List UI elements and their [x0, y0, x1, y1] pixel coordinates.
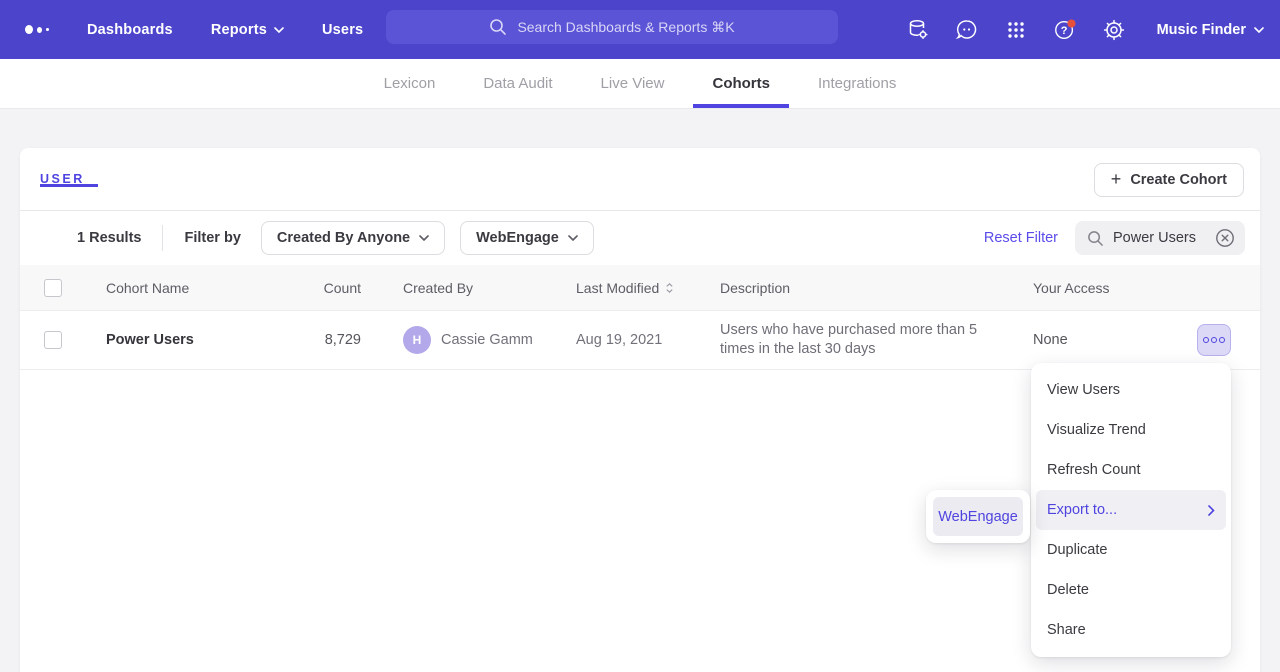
col-description[interactable]: Description	[720, 280, 1033, 296]
divider	[162, 225, 163, 251]
export-submenu: WebEngage	[926, 490, 1030, 543]
cohort-name-link[interactable]: Power Users	[106, 332, 306, 348]
last-modified-cell: Aug 19, 2021	[576, 332, 720, 348]
menu-item-delete[interactable]: Delete	[1036, 570, 1226, 610]
results-count: 1 Results	[77, 230, 141, 246]
panel-header: USER + Create Cohort	[20, 148, 1260, 211]
apps-grid-icon[interactable]	[1004, 18, 1028, 42]
filter-by-label: Filter by	[184, 230, 240, 246]
sub-nav: Lexicon Data Audit Live View Cohorts Int…	[0, 59, 1280, 109]
menu-item-view-users[interactable]: View Users	[1036, 370, 1226, 410]
tab-label: Cohorts	[712, 75, 770, 92]
submenu-item-webengage[interactable]: WebEngage	[933, 497, 1023, 536]
select-all-checkbox[interactable]	[44, 279, 62, 297]
col-your-access[interactable]: Your Access	[1033, 280, 1177, 296]
row-checkbox-cell	[20, 331, 106, 349]
access-cell: None	[1033, 332, 1177, 348]
data-management-icon[interactable]	[906, 18, 930, 42]
chevron-down-icon	[419, 235, 429, 241]
global-search-input[interactable]: Search Dashboards & Reports ⌘K	[386, 10, 838, 44]
svg-text:?: ?	[1060, 25, 1067, 37]
col-last-modified[interactable]: Last Modified	[576, 280, 720, 296]
search-icon	[1087, 230, 1104, 247]
active-tab-underline	[40, 184, 98, 187]
filter-bar: 1 Results Filter by Created By Anyone We…	[20, 211, 1260, 265]
tab-data-audit[interactable]: Data Audit	[481, 59, 554, 108]
tab-cohorts[interactable]: Cohorts	[710, 59, 772, 108]
nav-item-dashboards[interactable]: Dashboards	[87, 22, 173, 38]
project-switcher[interactable]: Music Finder	[1157, 22, 1264, 38]
created-by-cell: H Cassie Gamm	[361, 326, 576, 354]
menu-item-refresh-count[interactable]: Refresh Count	[1036, 450, 1226, 490]
tab-label: Integrations	[818, 75, 896, 92]
search-icon	[489, 18, 507, 36]
tab-live-view[interactable]: Live View	[599, 59, 667, 108]
menu-item-export-to[interactable]: Export to...	[1036, 490, 1226, 530]
create-cohort-label: Create Cohort	[1130, 172, 1227, 188]
table-header: Cohort Name Count Created By Last Modifi…	[20, 265, 1260, 311]
submenu-item-label: WebEngage	[938, 509, 1018, 525]
top-nav-right: ? Music Finder	[906, 0, 1264, 59]
menu-item-label: Duplicate	[1047, 542, 1107, 558]
col-cohort-name[interactable]: Cohort Name	[106, 280, 306, 296]
integration-filter-dropdown[interactable]: WebEngage	[460, 221, 594, 255]
row-actions-menu-button[interactable]	[1197, 324, 1231, 356]
reset-filter-link[interactable]: Reset Filter	[984, 230, 1058, 246]
menu-item-label: Export to...	[1047, 502, 1117, 518]
dropdown-value: WebEngage	[476, 230, 559, 246]
chevron-right-icon	[1208, 505, 1215, 516]
nav-item-label: Users	[322, 22, 363, 38]
col-label: Last Modified	[576, 280, 659, 296]
tab-integrations[interactable]: Integrations	[816, 59, 898, 108]
tab-user-cohorts[interactable]: USER	[40, 172, 85, 186]
menu-item-label: Refresh Count	[1047, 462, 1141, 478]
chevron-down-icon	[1254, 27, 1264, 33]
menu-item-label: Visualize Trend	[1047, 422, 1146, 438]
row-checkbox[interactable]	[44, 331, 62, 349]
col-count[interactable]: Count	[306, 280, 361, 296]
settings-icon[interactable]	[1102, 18, 1126, 42]
cohort-search-box	[1075, 221, 1245, 255]
global-search-placeholder: Search Dashboards & Reports ⌘K	[517, 19, 734, 36]
description-cell: Users who have purchased more than 5 tim…	[720, 321, 982, 359]
cohort-count: 8,729	[306, 332, 361, 348]
table-row[interactable]: Power Users 8,729 H Cassie Gamm Aug 19, …	[20, 311, 1260, 370]
actions-cell	[1177, 324, 1260, 356]
nav-item-label: Reports	[211, 22, 267, 38]
tab-label: Lexicon	[384, 75, 436, 92]
avatar: H	[403, 326, 431, 354]
header-checkbox-cell	[20, 279, 106, 297]
messages-icon[interactable]	[955, 18, 979, 42]
nav-item-reports[interactable]: Reports	[211, 22, 284, 38]
project-name: Music Finder	[1157, 22, 1246, 38]
cohort-search-input[interactable]	[1113, 230, 1205, 246]
nav-item-label: Dashboards	[87, 22, 173, 38]
tab-lexicon[interactable]: Lexicon	[382, 59, 438, 108]
menu-item-label: Delete	[1047, 582, 1089, 598]
menu-item-share[interactable]: Share	[1036, 610, 1226, 650]
plus-icon: +	[1111, 170, 1122, 188]
sort-icon[interactable]	[665, 282, 674, 294]
tab-label: Data Audit	[483, 75, 552, 92]
dropdown-value: Created By Anyone	[277, 230, 410, 246]
help-icon[interactable]: ?	[1053, 18, 1077, 42]
menu-item-visualize-trend[interactable]: Visualize Trend	[1036, 410, 1226, 450]
row-actions-context-menu: View Users Visualize Trend Refresh Count…	[1031, 363, 1231, 657]
tab-label: Live View	[601, 75, 665, 92]
chevron-down-icon	[568, 235, 578, 241]
create-cohort-button[interactable]: + Create Cohort	[1094, 163, 1244, 197]
menu-item-label: View Users	[1047, 382, 1120, 398]
col-created-by[interactable]: Created By	[361, 280, 576, 296]
creator-name: Cassie Gamm	[441, 332, 533, 348]
clear-search-icon[interactable]	[1214, 227, 1236, 249]
chevron-down-icon	[274, 27, 284, 33]
menu-item-label: Share	[1047, 622, 1086, 638]
nav-item-users[interactable]: Users	[322, 22, 363, 38]
menu-item-duplicate[interactable]: Duplicate	[1036, 530, 1226, 570]
mixpanel-logo[interactable]	[25, 25, 49, 34]
top-nav: Dashboards Reports Users Search Dashboar…	[0, 0, 1280, 59]
created-by-filter-dropdown[interactable]: Created By Anyone	[261, 221, 445, 255]
